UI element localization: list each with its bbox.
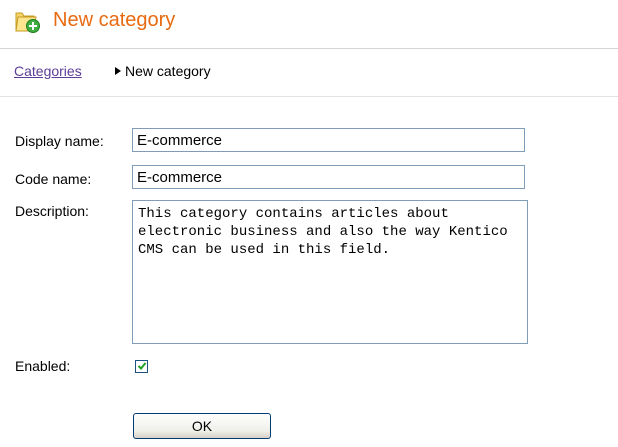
breadcrumb: Categories New category [0, 49, 618, 97]
breadcrumb-arrow-icon [115, 67, 121, 75]
code-name-label: Code name: [15, 171, 92, 187]
ok-button[interactable]: OK [133, 413, 271, 439]
enabled-checkbox[interactable] [135, 360, 148, 373]
description-label: Description: [15, 203, 89, 219]
checkmark-icon [137, 362, 147, 370]
display-name-label: Display name: [15, 133, 104, 149]
display-name-input[interactable] [132, 128, 525, 152]
enabled-label: Enabled: [15, 358, 71, 374]
page-header: New category [0, 0, 618, 49]
breadcrumb-current: New category [125, 63, 211, 79]
folder-add-icon [15, 12, 40, 33]
breadcrumb-categories-link[interactable]: Categories [14, 63, 82, 79]
description-textarea[interactable]: This category contains articles about el… [132, 200, 528, 344]
code-name-input[interactable] [132, 165, 525, 189]
page-title: New category [53, 9, 176, 31]
